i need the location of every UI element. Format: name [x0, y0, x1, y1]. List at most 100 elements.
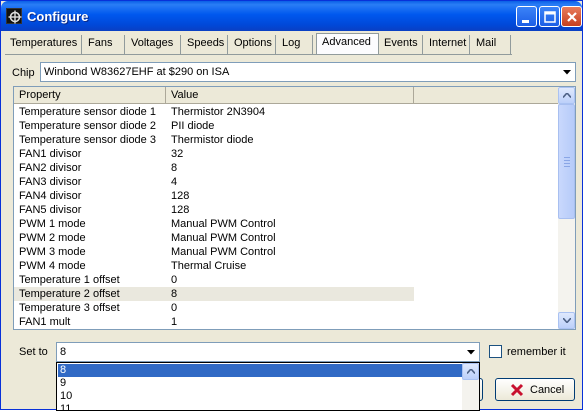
tab-options[interactable]: Options — [229, 35, 276, 54]
tab-internet[interactable]: Internet — [424, 35, 470, 54]
tab-events[interactable]: Events — [379, 35, 423, 54]
app-gear-icon — [6, 8, 22, 24]
table-row[interactable]: Temperature sensor diode 3 Thermistor dio… — [14, 133, 559, 147]
property-cell: PWM 1 mode — [19, 218, 86, 230]
dropdown-scrollbar[interactable] — [462, 363, 479, 410]
property-cell: Temperature 2 offset — [19, 288, 120, 300]
table-row[interactable]: FAN2 divisor 8 — [14, 161, 559, 175]
table-row[interactable]: Temperature 3 offset 0 — [14, 301, 559, 315]
cancel-button[interactable]: Cancel — [495, 378, 575, 401]
chevron-down-icon — [467, 350, 475, 355]
scroll-up-button[interactable] — [558, 87, 575, 104]
title-bar[interactable]: Configure — [1, 1, 582, 31]
tab-mail[interactable]: Mail — [471, 35, 511, 54]
table-row[interactable]: FAN1 divisor 32 — [14, 147, 559, 161]
tab-speeds[interactable]: Speeds — [182, 35, 228, 54]
property-cell: FAN3 divisor — [19, 176, 82, 188]
dropdown-option[interactable]: 9 — [58, 377, 463, 390]
property-cell: FAN4 divisor — [19, 190, 82, 202]
value-cell: Manual PWM Control — [171, 246, 276, 258]
table-row[interactable]: PWM 1 mode Manual PWM Control — [14, 217, 559, 231]
table-row[interactable]: PWM 4 mode Thermal Cruise — [14, 259, 559, 273]
tab-advanced[interactable]: Advanced — [316, 33, 379, 54]
value-cell: Manual PWM Control — [171, 218, 276, 230]
set-to-select[interactable]: 8 — [56, 342, 480, 362]
set-to-value: 8 — [60, 346, 67, 358]
table-row[interactable]: Temperature 2 offset 8 — [14, 287, 559, 301]
property-cell: FAN1 mult — [19, 316, 71, 328]
scroll-thumb[interactable] — [558, 104, 575, 219]
table-row[interactable]: FAN4 divisor 128 — [14, 189, 559, 203]
maximize-button[interactable] — [539, 6, 560, 27]
table-row[interactable]: Temperature 1 offset 0 — [14, 273, 559, 287]
value-cell: 4 — [171, 176, 178, 188]
remember-label[interactable]: remember it — [507, 346, 566, 358]
table-row[interactable]: Temperature sensor diode 2 PII diode — [14, 119, 559, 133]
close-button[interactable] — [561, 6, 582, 27]
grid-scrollbar[interactable] — [558, 87, 575, 329]
minimize-icon — [522, 20, 529, 23]
value-cell: 0 — [171, 302, 178, 314]
property-cell: Temperature sensor diode 2 — [19, 120, 156, 132]
chip-value: Winbond W83627EHF at $290 on ISA — [44, 66, 230, 78]
value-cell: Thermistor 2N3904 — [171, 106, 266, 118]
property-cell: PWM 3 mode — [19, 246, 86, 258]
remember-checkbox[interactable] — [489, 345, 502, 358]
chevron-up-icon — [467, 369, 475, 374]
chip-label: Chip — [12, 67, 35, 79]
grid-header: Property Value — [14, 87, 559, 104]
table-row[interactable]: Temperature sensor diode 1 Thermistor 2N3… — [14, 105, 559, 119]
set-to-dropdown-button[interactable] — [463, 344, 478, 360]
chip-select[interactable]: Winbond W83627EHF at $290 on ISA — [40, 62, 576, 82]
dropdown-scroll-up-button[interactable] — [462, 363, 479, 380]
tab-voltages[interactable]: Voltages — [126, 35, 181, 54]
close-icon — [567, 12, 577, 22]
table-row[interactable]: FAN1 mult 1 — [14, 315, 559, 329]
property-cell: PWM 2 mode — [19, 232, 86, 244]
chevron-down-icon — [563, 70, 571, 75]
configure-window: Configure Temperatures Fans Voltages Spe… — [0, 0, 583, 411]
dropdown-option[interactable]: 10 — [58, 390, 463, 403]
table-row[interactable]: PWM 3 mode Manual PWM Control — [14, 245, 559, 259]
maximize-icon — [544, 11, 556, 23]
dropdown-option[interactable]: 8 — [58, 364, 463, 377]
chevron-up-icon — [563, 93, 571, 98]
value-cell: PII diode — [171, 120, 215, 132]
cancel-label: Cancel — [530, 384, 565, 396]
property-cell: Temperature 3 offset — [19, 302, 120, 314]
property-cell: FAN1 divisor — [19, 148, 82, 160]
tab-fans[interactable]: Fans — [83, 35, 125, 54]
column-header-value[interactable]: Value — [166, 87, 414, 103]
table-row[interactable]: FAN5 divisor 128 — [14, 203, 559, 217]
chevron-down-icon — [563, 318, 571, 323]
minimize-button[interactable] — [516, 6, 537, 27]
property-cell: Temperature 1 offset — [19, 274, 120, 286]
column-header-empty[interactable] — [414, 87, 559, 103]
chip-dropdown-button[interactable] — [559, 64, 574, 80]
value-cell: Manual PWM Control — [171, 232, 276, 244]
column-header-property[interactable]: Property — [14, 87, 166, 103]
tab-log[interactable]: Log — [277, 35, 313, 54]
value-cell: Thermal Cruise — [171, 260, 247, 272]
property-cell: PWM 4 mode — [19, 260, 86, 272]
close-icon — [510, 383, 524, 397]
table-row[interactable]: PWM 2 mode Manual PWM Control — [14, 231, 559, 245]
value-cell: Thermistor diode — [171, 134, 254, 146]
property-cell: FAN2 divisor — [19, 162, 82, 174]
property-cell: FAN5 divisor — [19, 204, 82, 216]
property-cell: Temperature sensor diode 1 — [19, 106, 156, 118]
value-cell: 8 — [171, 288, 178, 300]
value-cell: 8 — [171, 162, 178, 174]
value-cell: 0 — [171, 274, 178, 286]
value-cell: 1 — [171, 316, 178, 328]
set-to-dropdown-list[interactable]: 8 9 10 11 — [56, 362, 480, 411]
value-cell: 32 — [171, 148, 184, 160]
window-title: Configure — [27, 9, 89, 24]
set-to-label: Set to — [19, 346, 48, 358]
scroll-down-button[interactable] — [558, 312, 575, 329]
table-row[interactable]: FAN3 divisor 4 — [14, 175, 559, 189]
value-cell: 128 — [171, 190, 190, 202]
tab-divider — [5, 54, 512, 55]
property-grid[interactable]: Property Value Temperature sensor diode … — [13, 86, 576, 330]
tab-temperatures[interactable]: Temperatures — [5, 35, 82, 54]
